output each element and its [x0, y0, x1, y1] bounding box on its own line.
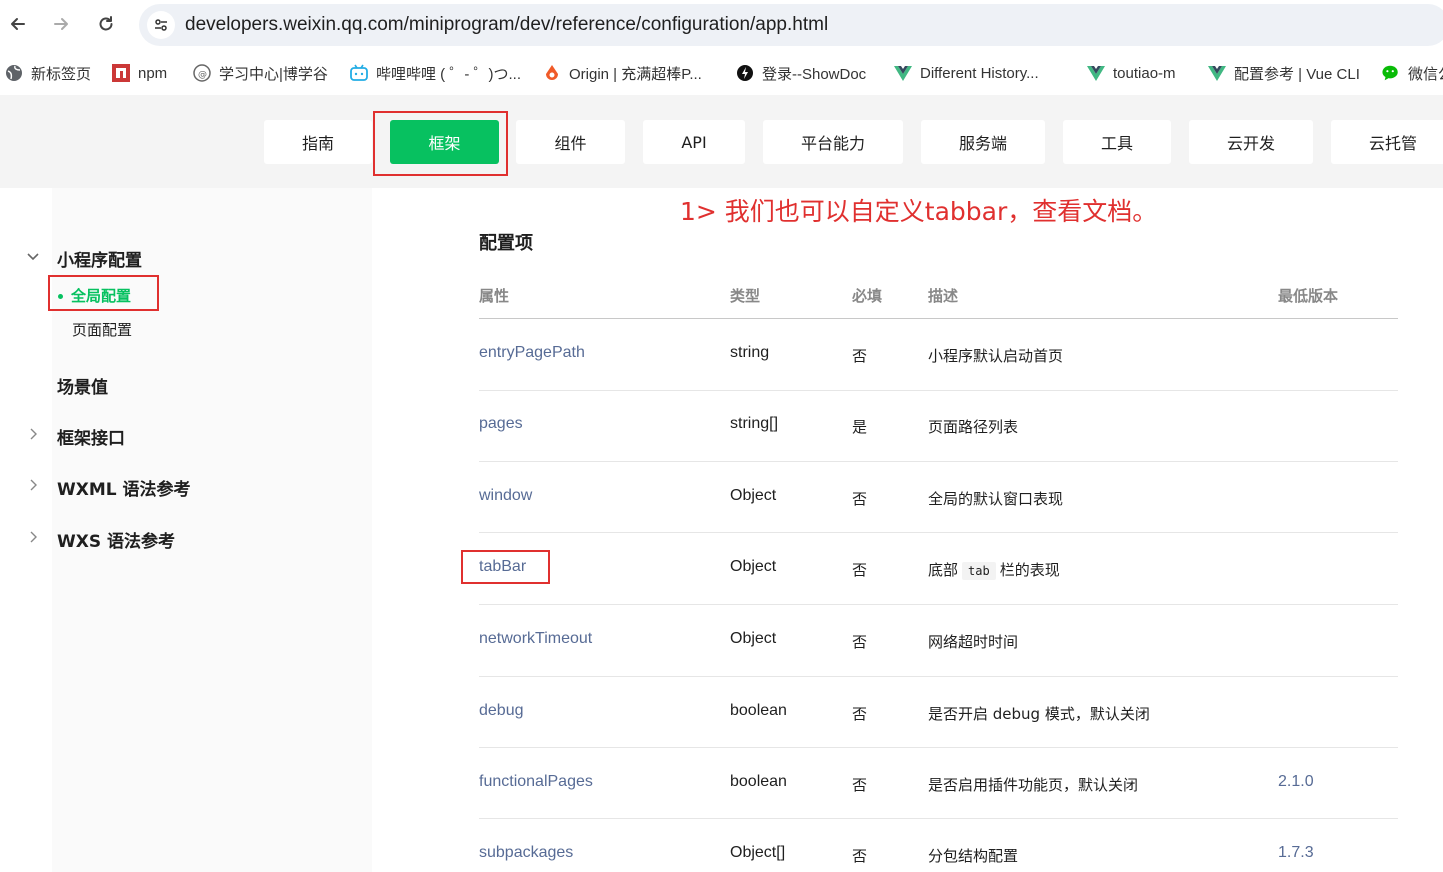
- tab-cloud-host[interactable]: 云托管: [1331, 120, 1443, 164]
- table-cell-version: 1.7.3: [1278, 844, 1314, 861]
- tab-guide[interactable]: 指南: [264, 120, 372, 164]
- column-header-property: 属性: [479, 287, 510, 305]
- bookmark-item[interactable]: @ 学习中心|博学谷: [193, 61, 328, 85]
- table-cell-required: 否: [852, 705, 868, 723]
- sidebar-item-wxml[interactable]: WXML 语法参考: [57, 475, 191, 500]
- table-cell-prop[interactable]: functionalPages: [479, 773, 593, 791]
- address-bar[interactable]: developers.weixin.qq.com/miniprogram/dev…: [139, 4, 1443, 46]
- table-cell-prop[interactable]: entryPagePath: [479, 344, 585, 362]
- bookmark-item[interactable]: npm: [112, 61, 167, 85]
- table-cell-prop[interactable]: debug: [479, 702, 524, 720]
- table-cell-version: 2.1.0: [1278, 773, 1314, 790]
- highlight-box-global-config: [48, 275, 159, 311]
- table-cell-type: boolean: [730, 773, 787, 790]
- table-cell-desc: 底部 tab 栏的表现: [928, 561, 1060, 580]
- tab-api[interactable]: API: [643, 120, 745, 164]
- bookmarks-bar: 新标签页 npm @ 学习中心|博学谷 哔哩哔哩 ( ゜- ゜)つ... Ori…: [0, 54, 1443, 92]
- table-cell-required: 否: [852, 633, 868, 651]
- table-cell-desc: 小程序默认启动首页: [928, 347, 1064, 365]
- sidebar-item-wxs[interactable]: WXS 语法参考: [57, 527, 175, 552]
- reload-icon[interactable]: [92, 10, 120, 38]
- vue-icon: [1208, 64, 1226, 82]
- table-cell-type: Object: [730, 558, 777, 575]
- table-row-divider: [479, 390, 1398, 391]
- table-cell-type: boolean: [730, 702, 787, 719]
- vue-icon: [1087, 64, 1105, 82]
- table-row-divider: [479, 461, 1398, 462]
- tab-platform[interactable]: 平台能力: [763, 120, 903, 164]
- table-cell-type: Object: [730, 630, 777, 647]
- sidebar-item-scene[interactable]: 场景值: [57, 373, 108, 398]
- table-row-divider: [479, 818, 1398, 819]
- table-cell-prop[interactable]: window: [479, 487, 532, 505]
- site-info-icon[interactable]: [147, 11, 175, 39]
- table-cell-desc: 网络超时时间: [928, 633, 1019, 651]
- table-row-divider: [479, 747, 1398, 748]
- browser-toolbar: developers.weixin.qq.com/miniprogram/dev…: [0, 0, 1443, 50]
- table-cell-desc: 是否启用插件功能页，默认关闭: [928, 776, 1139, 794]
- bookmark-item[interactable]: 微信公: [1382, 61, 1443, 85]
- table-cell-required: 否: [852, 561, 868, 579]
- inline-code: tab: [962, 562, 996, 580]
- bookmark-item[interactable]: toutiao-m: [1087, 61, 1176, 85]
- chevron-down-icon[interactable]: [26, 249, 40, 267]
- url-text[interactable]: developers.weixin.qq.com/miniprogram/dev…: [185, 14, 828, 36]
- table-cell-required: 否: [852, 490, 868, 508]
- annotation-text: 1> 我们也可以自定义tabbar，查看文档。: [680, 197, 1158, 226]
- bookmark-item[interactable]: 哔哩哔哩 ( ゜- ゜)つ...: [350, 61, 521, 85]
- bookmark-item[interactable]: Different History...: [894, 61, 1039, 85]
- table-cell-prop[interactable]: networkTimeout: [479, 630, 592, 648]
- highlight-box-tabbar: [461, 550, 550, 584]
- globe-icon: [5, 64, 23, 82]
- table-cell-type: Object: [730, 487, 777, 504]
- table-header-divider: [479, 318, 1398, 319]
- showdoc-icon: [736, 64, 754, 82]
- forward-icon[interactable]: [47, 10, 75, 38]
- tab-components[interactable]: 组件: [516, 120, 625, 164]
- column-header-min-version: 最低版本: [1278, 287, 1339, 305]
- tab-server[interactable]: 服务端: [921, 120, 1045, 164]
- vue-icon: [894, 64, 912, 82]
- wechat-icon: [1382, 64, 1400, 82]
- column-header-description: 描述: [928, 287, 959, 305]
- table-cell-desc: 全局的默认窗口表现: [928, 490, 1064, 508]
- column-header-required: 必填: [852, 287, 883, 305]
- chevron-right-icon[interactable]: [26, 478, 40, 496]
- svg-text:@: @: [198, 70, 207, 80]
- sidebar-item-framework-api[interactable]: 框架接口: [57, 424, 125, 449]
- tab-cloud-dev[interactable]: 云开发: [1189, 120, 1313, 164]
- table-cell-prop[interactable]: subpackages: [479, 844, 573, 862]
- table-cell-prop[interactable]: pages: [479, 415, 523, 433]
- chevron-right-icon[interactable]: [26, 427, 40, 445]
- column-header-type: 类型: [730, 287, 761, 305]
- back-icon[interactable]: [4, 10, 32, 38]
- bookmark-item[interactable]: 配置参考 | Vue CLI: [1208, 61, 1360, 85]
- bilibili-icon: [350, 64, 368, 82]
- sidebar-group-title[interactable]: 小程序配置: [57, 246, 142, 271]
- npm-icon: [112, 64, 130, 82]
- section-title: 配置项: [479, 233, 533, 254]
- bookmark-item[interactable]: 登录--ShowDoc: [736, 61, 866, 85]
- origin-icon: [543, 64, 561, 82]
- table-cell-required: 是: [852, 418, 868, 436]
- table-row-divider: [479, 676, 1398, 677]
- table-cell-type: string: [730, 344, 770, 361]
- table-cell-required: 否: [852, 347, 868, 365]
- table-cell-desc: 是否开启 debug 模式，默认关闭: [928, 705, 1150, 723]
- bookmark-item[interactable]: Origin | 充满超棒P...: [543, 61, 702, 85]
- bookmark-item[interactable]: 新标签页: [5, 61, 91, 85]
- table-cell-desc: 页面路径列表: [928, 418, 1019, 436]
- table-cell-required: 否: [852, 776, 868, 794]
- chevron-right-icon[interactable]: [26, 530, 40, 548]
- table-cell-type: string[]: [730, 415, 779, 432]
- sidebar-item-page-config[interactable]: 页面配置: [72, 319, 132, 340]
- bxg-icon: @: [193, 64, 211, 82]
- tab-tools[interactable]: 工具: [1063, 120, 1171, 164]
- table-cell-type: Object[]: [730, 844, 786, 861]
- table-row-divider: [479, 604, 1398, 605]
- table-cell-desc: 分包结构配置: [928, 847, 1019, 865]
- table-row-divider: [479, 532, 1398, 533]
- table-cell-required: 否: [852, 847, 868, 865]
- highlight-box-framework-tab: [373, 111, 508, 176]
